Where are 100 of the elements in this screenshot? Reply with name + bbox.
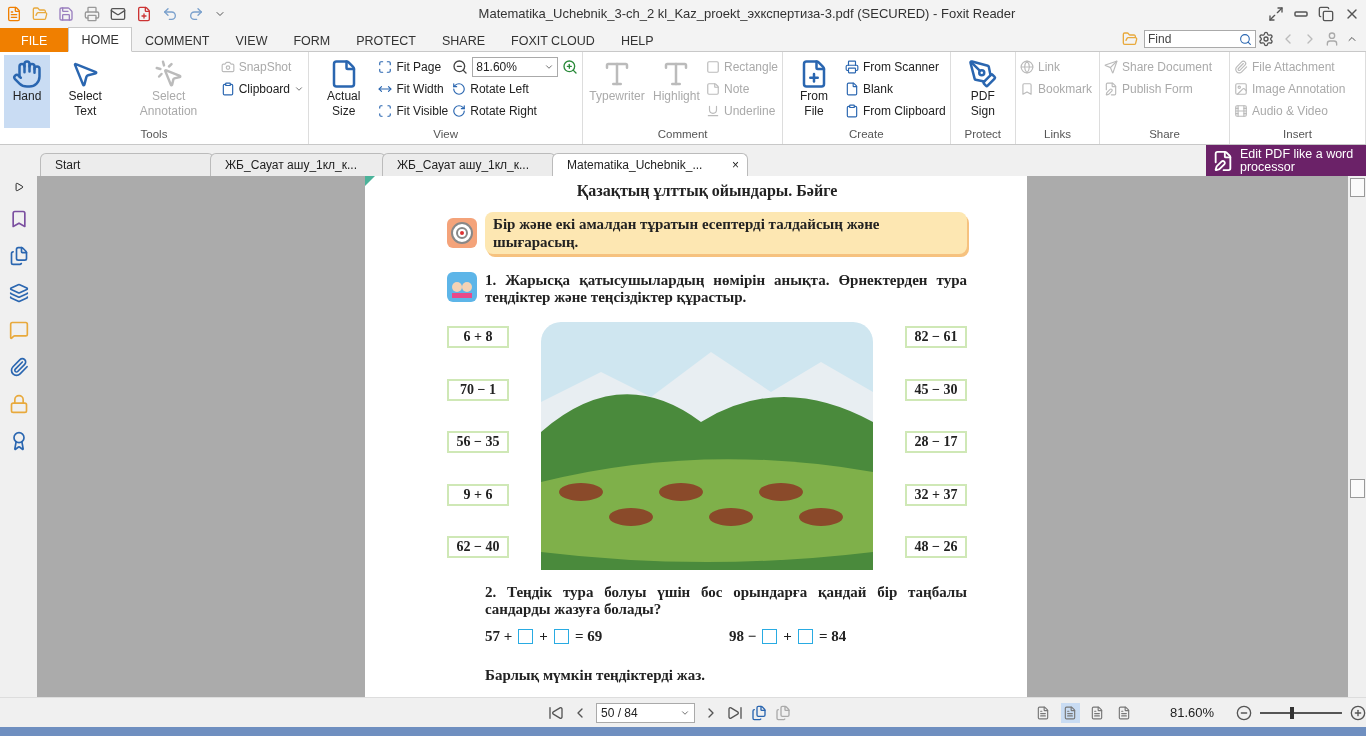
page-number-field[interactable]: 50 / 84	[596, 702, 695, 723]
group-label: Create	[848, 128, 885, 142]
slider-thumb[interactable]	[1289, 706, 1294, 719]
undo-icon	[162, 5, 178, 22]
ribbon-tab[interactable]: VIEW	[222, 28, 281, 52]
ribbon-button[interactable]: Rotate Left	[452, 80, 579, 98]
ribbon-button[interactable]: From Scanner	[844, 58, 946, 76]
ribbon-tab[interactable]: FOXIT CLOUD	[498, 28, 608, 52]
ribbon-tab[interactable]: PROTECT	[343, 28, 429, 52]
pdf-edit-icon	[1212, 149, 1234, 172]
ribbon-button[interactable]: Fit Width	[378, 80, 449, 98]
children-icon	[447, 272, 477, 302]
globe-icon	[1020, 60, 1034, 74]
ribbon-button[interactable]: Actual Size	[313, 55, 375, 128]
expression-card: 56 − 35	[447, 431, 509, 453]
rotate-right-icon	[452, 104, 467, 118]
ribbon-button[interactable]: From File	[787, 55, 841, 128]
user-avatar-icon	[1324, 31, 1340, 47]
group-label: Share	[1148, 128, 1181, 142]
rotate-left-icon	[452, 82, 467, 96]
zoom-level[interactable]: 81.60%	[1170, 705, 1215, 720]
new-document-icon	[136, 5, 152, 22]
ribbon-button[interactable]: PDF Sign	[954, 55, 1011, 128]
save-icon	[58, 5, 74, 22]
film-icon	[1234, 104, 1248, 118]
app-logo-icon	[6, 5, 22, 22]
comments-icon	[8, 320, 29, 340]
equation-text: +	[539, 628, 548, 645]
camera-icon	[220, 60, 235, 74]
expression-card: 48 − 26	[905, 536, 967, 558]
fullscreen-icon	[1268, 5, 1284, 22]
expression-card: 6 + 8	[447, 326, 509, 348]
mail-icon	[110, 5, 126, 22]
folder-search-icon	[1122, 31, 1138, 47]
ribbon-button[interactable]: Fit Page	[378, 58, 449, 76]
blank-square	[797, 629, 813, 644]
ribbon-tab[interactable]: FORM	[280, 28, 344, 52]
ribbon-button[interactable]: Blank	[844, 80, 946, 98]
expression-card: 82 − 61	[905, 326, 967, 348]
group-label: Protect	[963, 128, 1003, 142]
ribbon-tab[interactable]: HOME	[68, 27, 132, 52]
blank-page-icon	[844, 82, 859, 96]
ribbon-button[interactable]: Fit Visible	[378, 102, 449, 120]
fit-page-icon	[378, 60, 393, 74]
equation-text: 98 −	[729, 628, 757, 645]
group-label: Tools	[139, 128, 169, 142]
group-label: View	[432, 128, 459, 142]
equation-text: = 69	[574, 628, 603, 645]
ribbon-button[interactable]: Rotate Right	[452, 102, 579, 120]
promo-banner[interactable]: Edit PDF like a word processor	[1206, 145, 1366, 176]
blank-square	[762, 629, 778, 644]
ribbon-button[interactable]: From Clipboard	[844, 102, 946, 120]
zoom-in-icon	[1350, 704, 1366, 721]
expression-card: 32 + 37	[905, 483, 967, 506]
ribbon-tab[interactable]: SHARE	[429, 28, 499, 52]
hand-icon	[12, 59, 42, 89]
cursor-icon	[153, 59, 184, 89]
clipboard-icon	[220, 82, 235, 96]
expression-card: 28 − 17	[905, 431, 967, 453]
view-mode-button[interactable]	[1060, 702, 1080, 723]
ribbon-tab[interactable]: HELP	[607, 28, 667, 52]
pages-icon	[8, 246, 29, 266]
zoom-in-icon	[562, 59, 579, 75]
blank-square	[518, 629, 534, 644]
document-tab[interactable]: ЖБ_Сауат ашу_1кл_к...	[382, 153, 556, 176]
paperclip-icon	[8, 357, 29, 377]
expand-arrow-icon	[13, 182, 24, 192]
image-icon	[1234, 82, 1248, 96]
ribbon-button[interactable]: Hand	[4, 55, 50, 128]
lock-icon	[8, 394, 29, 414]
group-label: Insert	[1282, 128, 1313, 142]
note-icon	[705, 82, 720, 96]
group-label: Links	[1043, 128, 1072, 142]
first-page-icon	[548, 704, 564, 721]
expression-card: 62 − 40	[447, 536, 509, 558]
ribbon-button[interactable]: Select Text	[54, 55, 117, 128]
form-icon	[1104, 82, 1118, 96]
equation-text: = 84	[818, 628, 847, 645]
page-heading: Қазақтың ұлттық ойындары. Бәйге	[575, 182, 839, 200]
redo-icon	[188, 5, 204, 22]
ribbon-button[interactable]: Clipboard	[220, 80, 305, 98]
find-field[interactable]: Find	[1144, 30, 1256, 48]
equation-text: 57 +	[485, 628, 513, 645]
ribbon-tab[interactable]: COMMENT	[131, 28, 223, 52]
group-label: Comment	[656, 128, 709, 142]
expression-card: 9 + 6	[447, 483, 509, 506]
window-title: Matematika_Uchebnik_3-ch_2 kl_Kaz_proekt_эхкспертиза-3.pdf (SECURED) - Foxit Reader	[477, 6, 1017, 21]
page-corner-mark	[365, 176, 375, 186]
print-icon	[84, 5, 100, 22]
zoom-combo[interactable]: 81.60%	[472, 57, 559, 77]
send-icon	[1104, 60, 1118, 74]
document-tab[interactable]: Matematika_Uchebnik_... ×	[552, 153, 748, 176]
restore-icon	[1318, 5, 1334, 22]
minimize-icon[interactable]	[1294, 10, 1308, 17]
task-text: 1. Жарысқа қатысушылардың нөмірін анықта. Өрнектерден тура теңдіктер және теңсіздіктер құрастыр.	[485, 272, 967, 306]
close-tab-button[interactable]: ×	[732, 158, 739, 172]
rectangle-icon	[705, 60, 720, 74]
expression-card: 70 − 1	[447, 378, 509, 401]
goal-text: Бір және екі амалдан тұратын есептерді талдайсың және шығарасың.	[485, 212, 967, 254]
fit-visible-icon	[378, 104, 393, 118]
